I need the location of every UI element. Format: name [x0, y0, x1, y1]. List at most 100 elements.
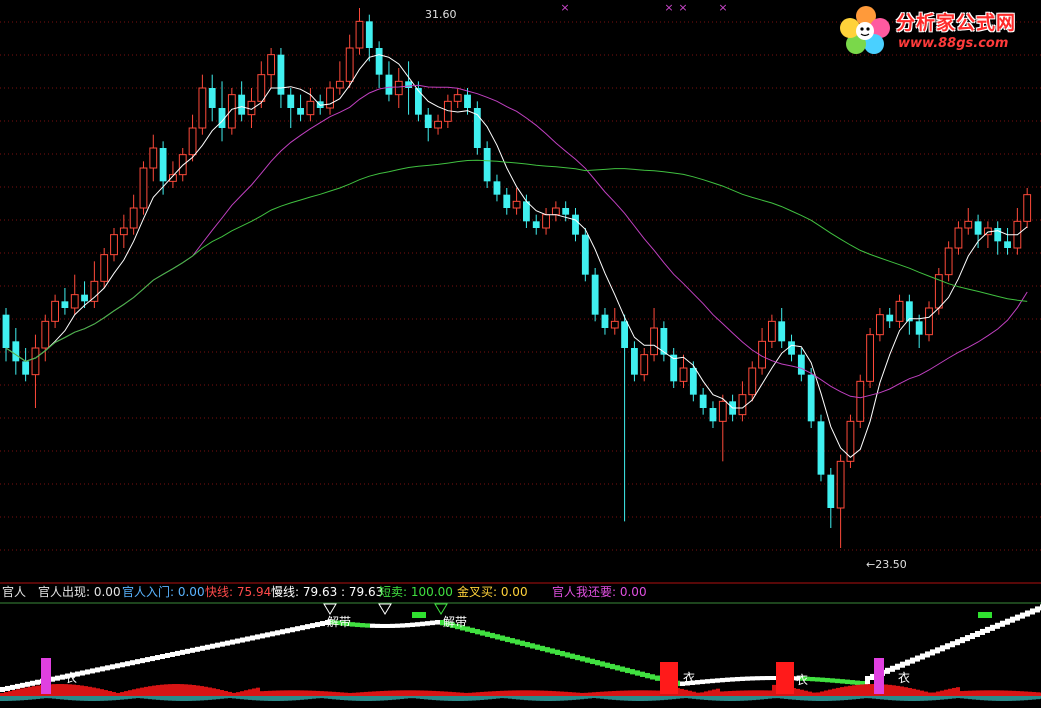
histogram-bar — [904, 687, 908, 696]
teal-bar — [252, 696, 256, 701]
candlestick-chart[interactable]: × × × × — [0, 0, 1041, 584]
histogram-bar — [72, 684, 76, 696]
teal-bar — [780, 696, 784, 699]
histogram-bar — [132, 689, 136, 696]
triangle-marker — [434, 603, 448, 615]
teal-bar — [116, 696, 120, 700]
teal-bar — [676, 696, 680, 699]
candle-body — [650, 327, 658, 356]
histogram-bar — [440, 691, 444, 696]
teal-bar — [320, 696, 324, 699]
teal-bar — [784, 696, 788, 699]
rising-bar — [920, 653, 925, 660]
teal-bar — [708, 696, 712, 701]
histogram-bar — [388, 690, 392, 696]
rising-bar — [420, 621, 425, 627]
histogram-bar — [952, 687, 956, 696]
candle-body — [139, 167, 148, 209]
indicator-subchart[interactable]: 解带 解带衣 衣 衣 衣 — [0, 600, 1041, 708]
candle-body — [335, 80, 344, 89]
teal-bar — [736, 696, 740, 701]
teal-bar — [824, 696, 828, 701]
histogram-bar — [324, 691, 328, 696]
histogram-bar — [172, 684, 176, 696]
teal-bar — [84, 696, 88, 701]
teal-bar — [352, 696, 356, 701]
rising-bar — [380, 623, 385, 628]
rising-bar — [1035, 606, 1040, 613]
teal-bar — [976, 696, 980, 700]
falling-bar — [475, 629, 480, 635]
candle-body — [718, 400, 727, 422]
teal-bar — [36, 696, 40, 699]
candle-body — [748, 367, 757, 396]
rising-bar — [970, 633, 975, 640]
histogram-bar — [944, 689, 948, 696]
teal-bar — [688, 696, 692, 699]
teal-bar — [220, 696, 224, 699]
rising-bar — [940, 645, 945, 652]
legend-short-sell: 短卖: 100.00 — [379, 585, 453, 599]
candle-body — [1023, 194, 1032, 222]
histogram-bar — [848, 685, 852, 696]
teal-bar — [864, 696, 868, 699]
histogram-bar — [328, 691, 332, 696]
candle-body — [375, 48, 383, 75]
teal-bar — [264, 696, 268, 701]
candle-body — [198, 87, 207, 129]
candle-body — [277, 54, 285, 95]
candle-body — [326, 87, 334, 109]
teal-bar — [52, 696, 56, 699]
histogram-bar — [68, 684, 72, 696]
rising-bar — [1000, 620, 1005, 627]
candle-body — [601, 314, 609, 328]
signal-label: 衣 — [65, 670, 77, 685]
histogram-bar — [64, 684, 68, 696]
teal-bar — [136, 696, 140, 699]
teal-bar — [668, 696, 672, 700]
histogram-bar — [884, 684, 888, 696]
teal-bar — [248, 696, 252, 700]
teal-bar — [720, 696, 724, 701]
histogram-bar — [504, 690, 508, 696]
site-logo[interactable]: 分析家公式网 www.88gs.com — [838, 2, 1038, 58]
histogram-bar — [748, 690, 752, 696]
histogram-bar — [84, 686, 88, 696]
teal-bar — [184, 696, 188, 701]
rising-bar — [250, 635, 255, 641]
teal-bar — [664, 696, 668, 700]
ma-magenta-line — [5, 84, 1028, 399]
chart-stage: × × × × 31.60 ←23.50 分析家公式网 www.88gs.com 官人… — [0, 0, 1041, 708]
teal-bar — [4, 696, 8, 701]
histogram-bar — [292, 690, 296, 696]
histogram-bar — [76, 685, 80, 696]
teal-bar — [128, 696, 132, 699]
rising-bar — [1015, 614, 1020, 621]
histogram-bar — [736, 690, 740, 696]
teal-bar — [80, 696, 84, 701]
signal-label: 衣 — [796, 672, 808, 687]
teal-bar — [832, 696, 836, 701]
rising-bar — [120, 662, 125, 668]
rising-bar — [260, 633, 265, 639]
histogram-bar — [128, 690, 132, 696]
histogram-bar — [240, 691, 244, 696]
rising-bar — [15, 683, 20, 689]
teal-bar — [764, 696, 768, 700]
teal-bar — [196, 696, 200, 701]
histogram-bar — [1000, 690, 1004, 696]
histogram-bar — [892, 685, 896, 696]
histogram-bar — [444, 691, 448, 696]
falling-bar — [825, 677, 830, 683]
rising-bar — [215, 642, 220, 648]
teal-bar — [752, 696, 756, 701]
histogram-bar — [192, 685, 196, 696]
histogram-bar — [1016, 691, 1020, 696]
rising-bar — [765, 676, 770, 681]
candle-body — [159, 148, 167, 182]
histogram-bar — [696, 692, 700, 696]
legend-slow: 慢线: 79.63 : 79.63 — [271, 585, 384, 599]
teal-bar — [216, 696, 220, 700]
histogram-bar — [152, 685, 156, 696]
teal-bar — [804, 696, 808, 701]
